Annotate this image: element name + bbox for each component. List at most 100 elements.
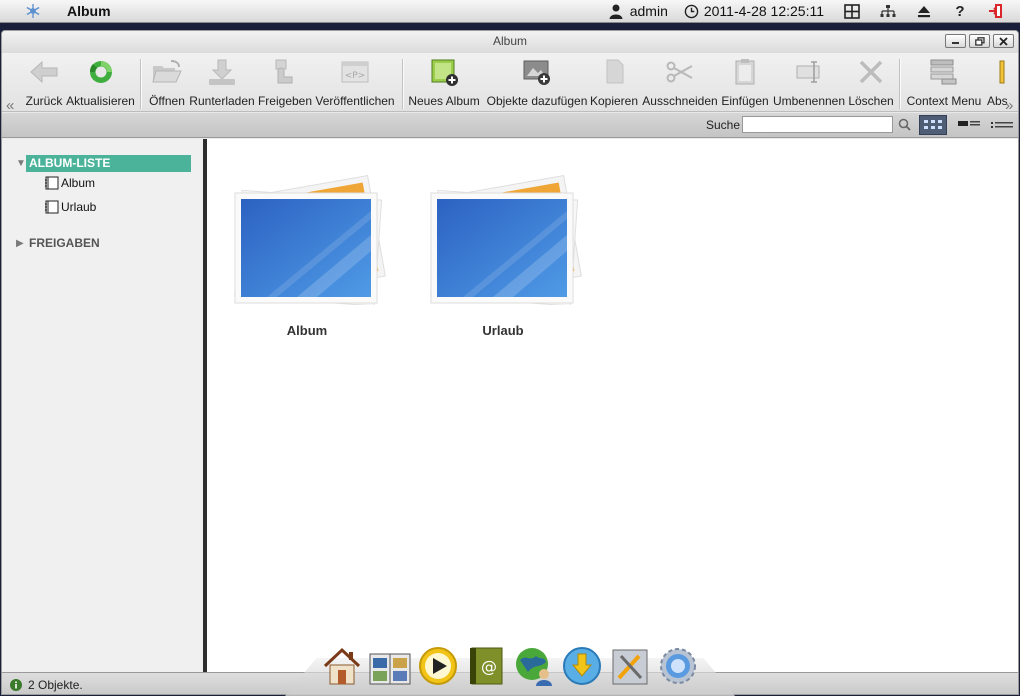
help-button[interactable]: ? — [942, 0, 978, 22]
toolbar-separator — [899, 59, 900, 109]
search-bar: Suche — [2, 113, 1018, 138]
back-button[interactable]: Zurück — [24, 53, 64, 111]
system-bar: Album admin 2011-4-28 12:25:11 ? — [0, 0, 1020, 23]
back-arrow-icon — [30, 60, 58, 84]
context-menu-button-label: Context Menu — [906, 94, 982, 108]
svg-text:@: @ — [481, 657, 497, 676]
refresh-button[interactable]: Aktualisieren — [66, 53, 135, 111]
network-button[interactable] — [870, 0, 906, 22]
search-label: Suche — [706, 118, 741, 132]
new-album-icon — [431, 59, 458, 86]
snowflake-logo-icon[interactable] — [22, 0, 44, 22]
album-thumbnail — [423, 165, 583, 307]
rename-button-label: Umbenennen — [772, 94, 846, 108]
window-titlebar[interactable]: Album — [2, 31, 1018, 53]
status-text: 2 Objekte. — [28, 677, 83, 692]
dock-media-player-button[interactable] — [417, 642, 459, 686]
dock-admin-tools-button[interactable] — [609, 642, 651, 686]
album-book-icon — [45, 176, 59, 190]
grid-view-icon — [924, 120, 942, 129]
sidebar-item-label: Album — [61, 176, 96, 190]
grid-view-button[interactable] — [919, 115, 947, 135]
copy-icon — [606, 59, 624, 84]
toolbar-scroll-right-icon[interactable]: » — [1005, 97, 1013, 114]
paste-button[interactable]: Einfügen — [721, 53, 769, 111]
close-button[interactable] — [993, 34, 1014, 48]
toolbar-separator — [402, 59, 403, 109]
download-station-icon — [563, 647, 601, 685]
cut-button-label: Ausschneiden — [642, 94, 718, 108]
context-menu-icon — [930, 59, 957, 85]
dock-network-button[interactable] — [513, 642, 555, 686]
rename-icon — [796, 61, 820, 83]
download-icon — [209, 59, 235, 85]
globe-user-icon — [516, 648, 552, 686]
back-button-label: Zurück — [25, 94, 63, 108]
shares-title: FREIGABEN — [29, 235, 100, 250]
copy-button-label: Kopieren — [589, 94, 639, 108]
share-button-label: Freigeben — [257, 94, 313, 108]
collapsed-triangle-icon[interactable]: ▶ — [16, 238, 26, 249]
share-icon — [275, 59, 293, 84]
album-title: Album — [286, 323, 328, 338]
window-layout-button[interactable] — [834, 0, 870, 22]
add-objects-button-label: Objekte dazufügen — [486, 94, 588, 108]
restore-icon — [974, 36, 985, 46]
dock-home-button[interactable] — [321, 642, 363, 686]
detail-view-button[interactable] — [955, 115, 983, 135]
search-input[interactable] — [742, 116, 893, 133]
album-list-node[interactable]: ▼ ALBUM-LISTE — [16, 154, 191, 172]
sidebar-item-urlaub[interactable]: Urlaub — [44, 200, 96, 214]
dock-settings-button[interactable] — [657, 642, 699, 686]
user-menu[interactable]: admin — [602, 0, 674, 22]
clock: 2011-4-28 12:25:11 — [678, 0, 830, 22]
share-button[interactable]: Freigeben — [258, 53, 312, 111]
maximize-button[interactable] — [969, 34, 990, 48]
scissors-icon — [666, 61, 693, 83]
list-view-button[interactable] — [988, 115, 1016, 135]
sidebar: ▼ ALBUM-LISTE Album Urlaub ▶ FREIGABEN — [2, 139, 203, 672]
sidebar-item-album[interactable]: Album — [44, 176, 95, 190]
delete-button-label: Löschen — [848, 94, 894, 108]
delete-button[interactable]: Löschen — [848, 53, 894, 111]
photo-station-icon — [369, 653, 411, 685]
new-album-button[interactable]: Neues Album — [408, 53, 480, 111]
cut-button[interactable]: Ausschneiden — [642, 53, 718, 111]
album-tile[interactable]: Urlaub — [423, 165, 583, 338]
logout-button[interactable] — [978, 0, 1014, 22]
help-icon: ? — [955, 2, 965, 20]
album-book-icon — [45, 200, 59, 214]
album-title: Urlaub — [482, 323, 524, 338]
eject-icon — [918, 5, 930, 17]
download-button[interactable]: Runterladen — [189, 53, 255, 111]
user-name: admin — [629, 3, 668, 19]
refresh-icon — [89, 61, 112, 83]
detail-view-icon — [958, 121, 980, 126]
paste-icon — [735, 59, 755, 85]
rename-button[interactable]: Umbenennen — [773, 53, 845, 111]
shares-node[interactable]: ▶ FREIGABEN — [16, 234, 191, 252]
window-title: Album — [492, 34, 527, 48]
tools-icon — [612, 649, 648, 685]
open-button-label: Öffnen — [149, 94, 185, 108]
dock-photo-station-button[interactable] — [369, 642, 411, 686]
add-objects-icon — [523, 60, 550, 85]
eject-button[interactable] — [906, 0, 942, 22]
publish-button[interactable]: <P> Veröffentlichen — [315, 53, 395, 111]
album-tile[interactable]: Album — [227, 165, 387, 338]
expanded-triangle-icon[interactable]: ▼ — [16, 158, 26, 169]
open-button[interactable]: Öffnen — [148, 53, 186, 111]
copy-button[interactable]: Kopieren — [590, 53, 638, 111]
context-menu-button[interactable]: Context Menu — [907, 53, 981, 111]
minimize-button[interactable] — [945, 34, 966, 48]
toolbar-scroll-left-icon[interactable]: « — [6, 97, 14, 114]
dock-download-station-button[interactable] — [561, 642, 603, 686]
list-view-icon — [991, 122, 1013, 128]
toolbar-separator — [140, 59, 141, 109]
dock-address-book-button[interactable]: @ — [465, 642, 507, 686]
add-objects-button[interactable]: Objekte dazufügen — [487, 53, 587, 111]
publish-button-label: Veröffentlichen — [315, 94, 395, 108]
search-icon[interactable] — [898, 118, 911, 134]
address-book-icon: @ — [470, 647, 503, 685]
minimize-icon — [952, 42, 959, 44]
